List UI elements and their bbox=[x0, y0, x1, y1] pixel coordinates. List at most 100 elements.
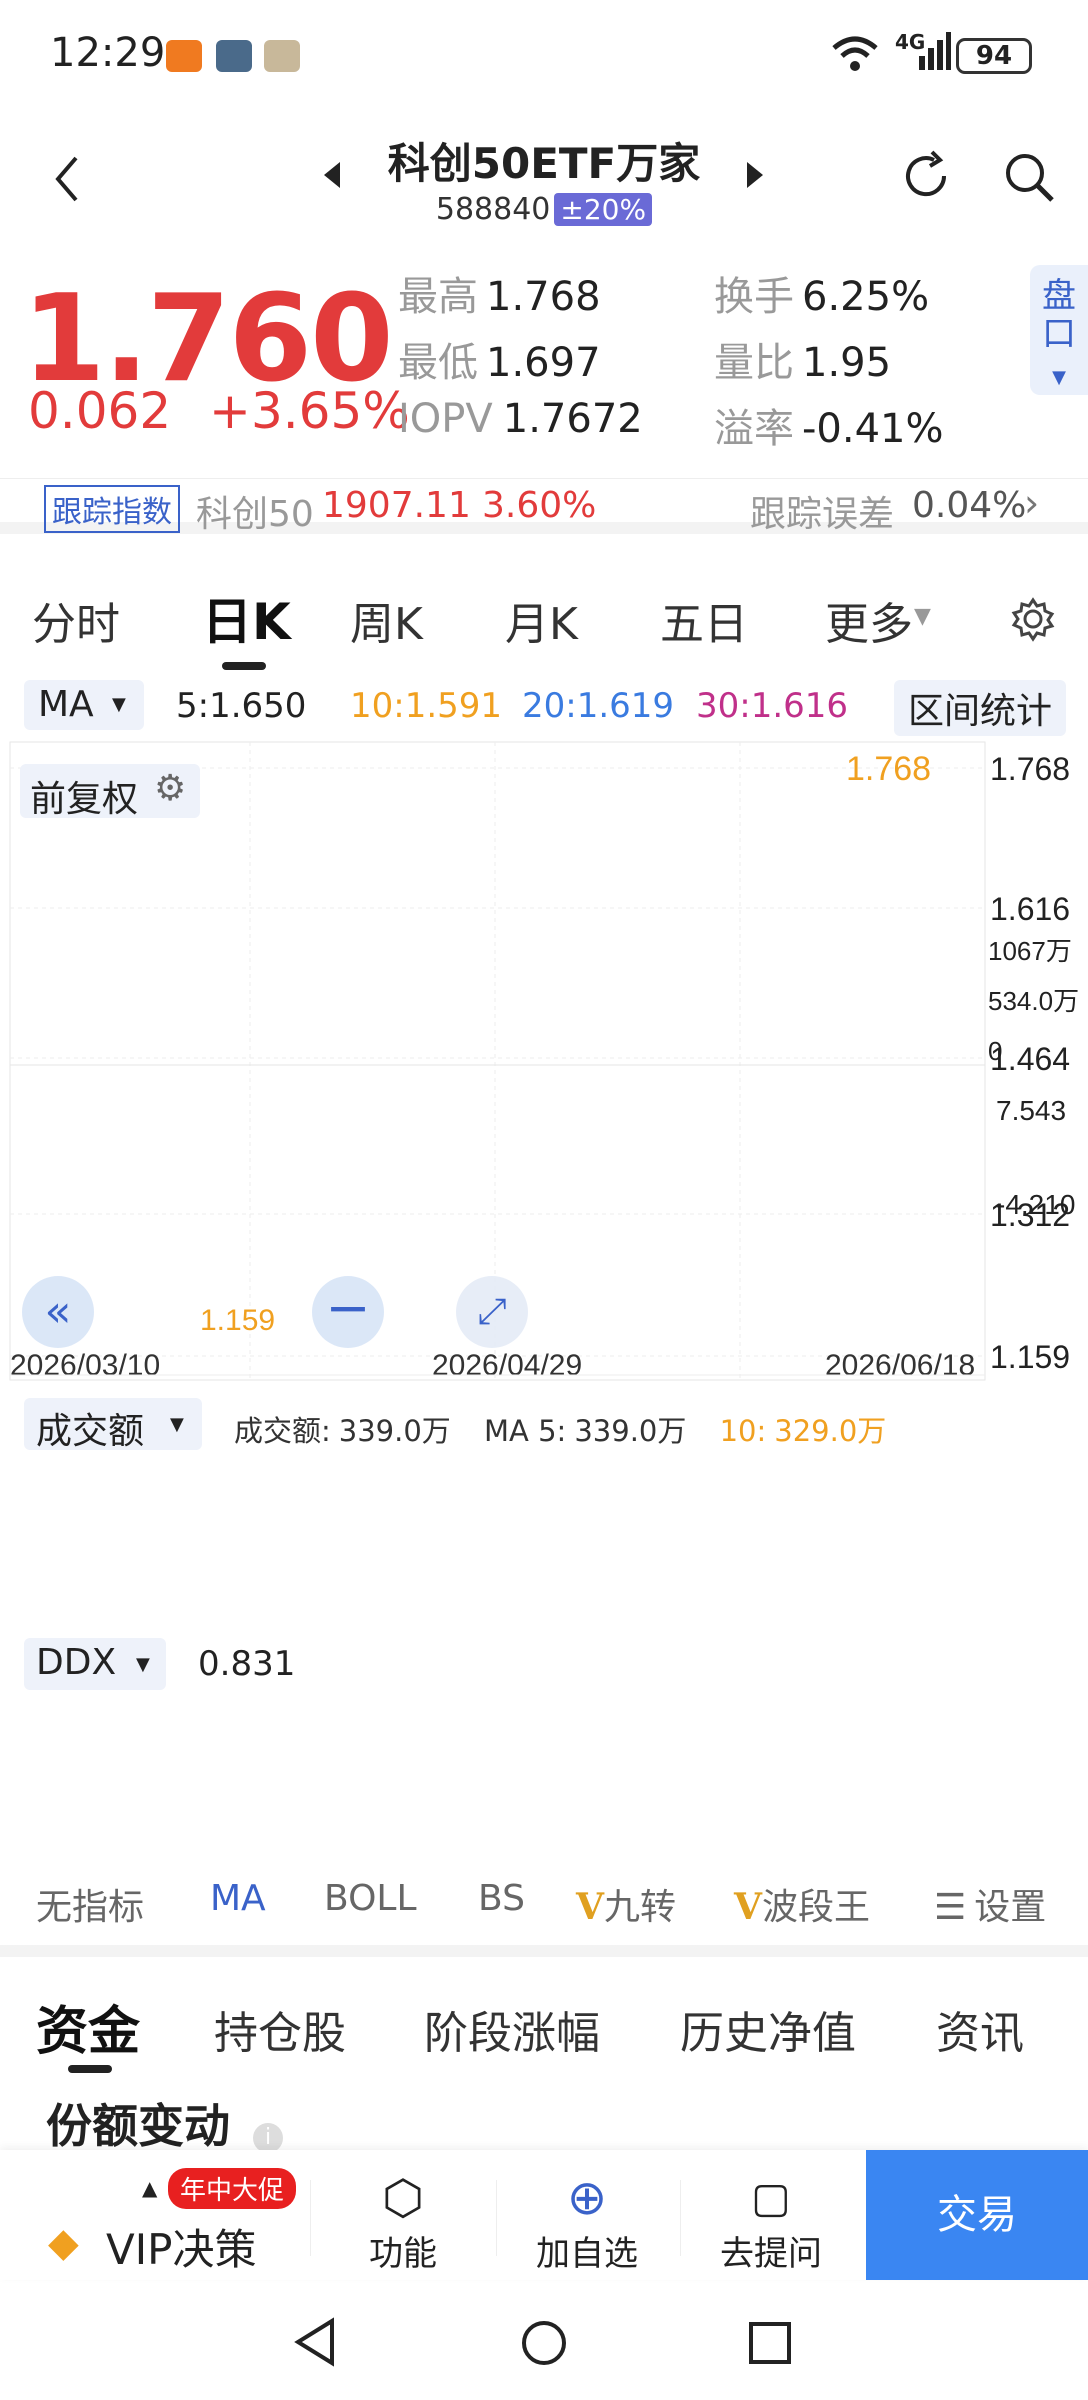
ddx-value: 0.831 bbox=[198, 1644, 296, 1684]
refresh-icon[interactable] bbox=[898, 148, 954, 208]
battery-indicator: 94 bbox=[956, 38, 1032, 74]
app-notification-icon bbox=[166, 40, 202, 72]
y-tick-label: 1.616 bbox=[990, 891, 1070, 927]
indicator-none[interactable]: 无指标 bbox=[36, 1878, 144, 1930]
x-tick-label: 2026/03/10 bbox=[10, 1349, 160, 1382]
tab-five-day[interactable]: 五日 bbox=[660, 588, 748, 652]
pankou-button[interactable]: 盘口 ▼ bbox=[1030, 265, 1088, 395]
system-nav-bar bbox=[0, 2285, 1088, 2400]
ma10-value: 10:1.591 bbox=[350, 686, 503, 726]
ma-selector[interactable]: MA ▼ bbox=[24, 680, 144, 730]
tab-daily-k[interactable]: 日K bbox=[202, 582, 291, 654]
stat-volume-ratio: 量比 1.95 bbox=[714, 330, 891, 388]
stat-turnover: 换手 6.25% bbox=[714, 264, 929, 322]
stat-low: 最低 1.697 bbox=[398, 330, 601, 388]
volume-y-tick: 534.0万 bbox=[988, 986, 1079, 1016]
caret-down-icon: ▼ bbox=[136, 1654, 150, 1675]
tab-news[interactable]: 资讯 bbox=[936, 1997, 1024, 2061]
stat-label: 最低 bbox=[398, 340, 478, 386]
indicator-nine-turn-label: 九转 bbox=[603, 1887, 676, 1928]
volume-selector-label: 成交额 bbox=[36, 1411, 145, 1452]
expand-icon[interactable]: ⤢ bbox=[456, 1276, 528, 1348]
gear-icon[interactable] bbox=[1010, 596, 1056, 646]
volume-ma5-label: MA 5: bbox=[484, 1414, 567, 1448]
tab-weekly-k[interactable]: 周K bbox=[350, 588, 423, 652]
rewind-button[interactable]: « bbox=[22, 1276, 94, 1348]
ddx-selector[interactable]: DDX ▼ bbox=[24, 1638, 166, 1690]
adjust-label: 前复权 bbox=[30, 779, 139, 820]
ma5-value: 5:1.650 bbox=[176, 686, 307, 726]
home-nav-icon[interactable] bbox=[520, 2319, 568, 2371]
stat-value: 1.95 bbox=[802, 340, 892, 386]
caret-down-icon: ▼ bbox=[112, 694, 126, 715]
ma30-value: 30:1.616 bbox=[696, 686, 849, 726]
function-label: 功能 bbox=[369, 2234, 437, 2274]
add-circle-icon: ⊕ bbox=[566, 2170, 608, 2226]
active-tab-indicator bbox=[222, 662, 266, 670]
stat-high: 最高 1.768 bbox=[398, 264, 601, 322]
stat-value: -0.41% bbox=[802, 406, 944, 452]
indicator-settings-label: 设置 bbox=[974, 1887, 1047, 1928]
tab-nav-history[interactable]: 历史净值 bbox=[680, 1997, 856, 2061]
stat-label: 溢率 bbox=[714, 406, 794, 452]
kline-chart[interactable]: 1.7681.6161.4641.3121.1592026/03/10 2026/… bbox=[0, 740, 1088, 1880]
indicator-nine-turn[interactable]: V九转 bbox=[576, 1878, 676, 1930]
divider bbox=[496, 2180, 497, 2256]
tracking-error-value: 0.04% bbox=[912, 485, 1027, 526]
divider bbox=[310, 2180, 311, 2256]
price-change: 0.062 bbox=[28, 382, 172, 440]
tab-intraday[interactable]: 分时 bbox=[32, 588, 120, 652]
wifi-icon bbox=[830, 34, 880, 78]
question-icon: ▢ bbox=[751, 2173, 791, 2222]
settings-icon: ☰ bbox=[934, 1887, 967, 1928]
ask-question-button[interactable]: ▢ 去提问 bbox=[696, 2170, 846, 2275]
tab-holdings[interactable]: 持仓股 bbox=[214, 1997, 346, 2061]
stat-value: 1.768 bbox=[486, 274, 601, 320]
add-watchlist-button[interactable]: ⊕ 加自选 bbox=[512, 2170, 662, 2275]
tab-monthly-k[interactable]: 月K bbox=[505, 588, 578, 652]
tab-funds[interactable]: 资金 bbox=[36, 1989, 140, 2064]
info-icon[interactable]: i bbox=[253, 2122, 284, 2153]
gear-icon: ⚙ bbox=[154, 768, 187, 809]
x-tick-label: 2026/06/18 bbox=[825, 1349, 975, 1382]
volume-selector[interactable]: 成交额 ▼ bbox=[24, 1398, 202, 1452]
next-stock-icon[interactable] bbox=[745, 160, 765, 194]
stat-label: 换手 bbox=[714, 274, 794, 320]
range-stats-button[interactable]: 区间统计 bbox=[894, 680, 1067, 736]
zoom-out-button[interactable]: − bbox=[312, 1276, 384, 1348]
tracking-row[interactable]: 跟踪指数 科创50 1907.11 3.60% 跟踪误差 0.04% › bbox=[0, 478, 1088, 535]
stat-label: IOPV bbox=[398, 396, 493, 442]
chevron-right-icon: › bbox=[1024, 481, 1040, 525]
indicator-boll[interactable]: BOLL bbox=[324, 1878, 417, 1919]
back-nav-icon[interactable] bbox=[292, 2317, 338, 2371]
trade-button[interactable]: 交易 bbox=[866, 2150, 1088, 2280]
vip-v-icon: V bbox=[576, 1886, 604, 1928]
volume-ma5-value: 339.0万 bbox=[574, 1414, 687, 1448]
volume-info: 成交额: 339.0万 MA 5: 339.0万 10: 329.0万 bbox=[234, 1408, 886, 1450]
indicator-settings[interactable]: ☰ 设置 bbox=[934, 1878, 1046, 1930]
function-button[interactable]: ⬡ 功能 bbox=[328, 2170, 478, 2275]
search-icon[interactable] bbox=[1002, 150, 1056, 208]
fund-code: 588840 bbox=[435, 192, 551, 227]
indicator-wave-king[interactable]: V波段王 bbox=[734, 1878, 870, 1930]
indicator-wave-king-label: 波段王 bbox=[761, 1887, 870, 1928]
add-watchlist-label: 加自选 bbox=[536, 2234, 638, 2274]
tab-stage-change[interactable]: 阶段涨幅 bbox=[424, 1997, 600, 2061]
stat-label: 量比 bbox=[714, 340, 794, 386]
section-title: 份额变动 bbox=[46, 2099, 230, 2153]
y-tick-label: 1.159 bbox=[990, 1339, 1070, 1375]
max-price-label: 1.768 bbox=[846, 750, 931, 788]
indicator-bs[interactable]: BS bbox=[478, 1878, 525, 1919]
tracking-index-name: 科创50 bbox=[196, 494, 314, 535]
ddx-y-tick: 7.543 bbox=[996, 1095, 1066, 1126]
adjust-selector[interactable]: 前复权 ⚙ bbox=[20, 764, 200, 820]
stat-label: 最高 bbox=[398, 274, 478, 320]
tab-more[interactable]: 更多 bbox=[825, 588, 913, 652]
volume-value: 339.0万 bbox=[338, 1414, 451, 1448]
recents-nav-icon[interactable] bbox=[748, 2321, 792, 2369]
vip-v-icon: V bbox=[734, 1886, 762, 1928]
ma-selector-label: MA bbox=[38, 684, 94, 725]
chevron-down-icon: ▼ bbox=[1052, 367, 1066, 388]
vip-decision-button[interactable]: 年中大促 ▲ ◆ VIP决策 bbox=[44, 2150, 304, 2280]
indicator-ma[interactable]: MA bbox=[210, 1878, 266, 1919]
